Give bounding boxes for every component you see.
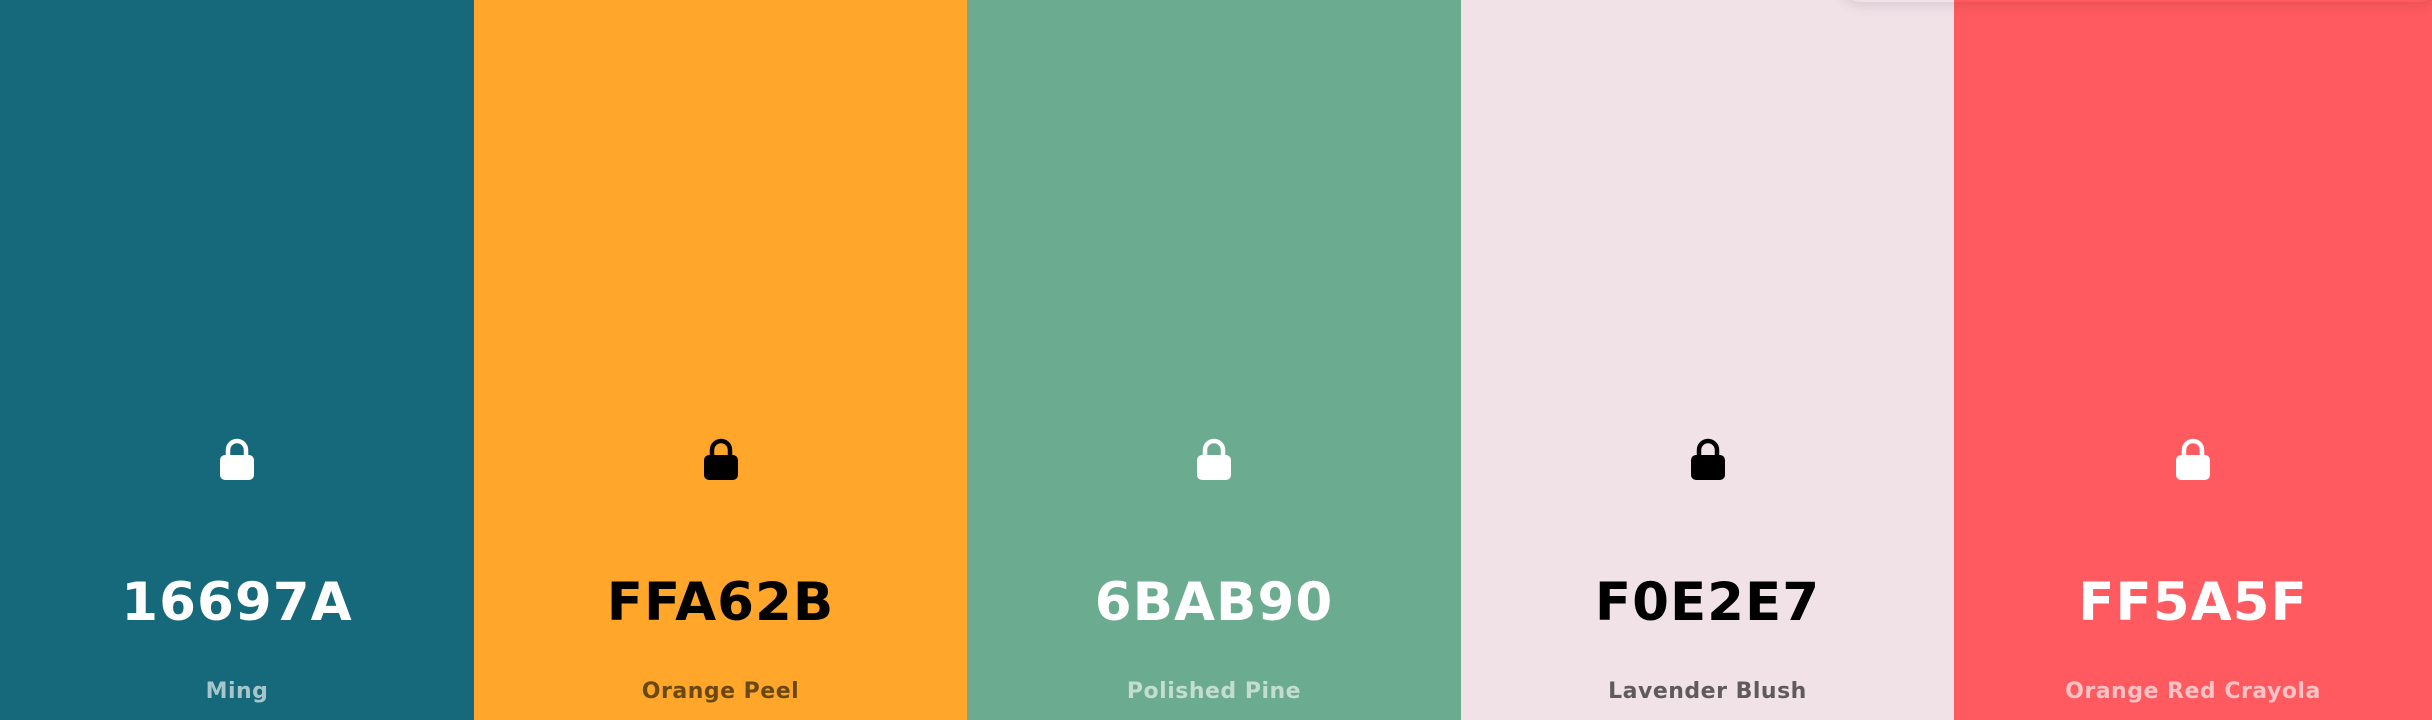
color-swatch-3[interactable]: 6BAB90 Polished Pine: [967, 0, 1461, 720]
color-swatch-4[interactable]: F0E2E7 Lavender Blush: [1461, 0, 1954, 720]
color-name: Lavender Blush: [1608, 679, 1807, 704]
color-swatch-2[interactable]: FFA62B Orange Peel: [474, 0, 967, 720]
hex-code[interactable]: 16697A: [0, 568, 474, 638]
lock-icon[interactable]: [218, 437, 256, 481]
hex-code[interactable]: F0E2E7: [1461, 568, 1954, 638]
color-name: Orange Peel: [641, 679, 800, 704]
lock-icon[interactable]: [2174, 437, 2212, 481]
color-name: Polished Pine: [1126, 679, 1302, 704]
hex-code[interactable]: FFA62B: [474, 568, 967, 638]
hex-code[interactable]: FF5A5F: [1954, 568, 2432, 638]
color-palette: 16697A Ming FFA62B Orange Peel 6BAB90 Po…: [0, 0, 2432, 720]
hex-code[interactable]: 6BAB90: [967, 568, 1461, 638]
color-name: Orange Red Crayola: [2065, 679, 2321, 704]
lock-icon[interactable]: [1689, 437, 1727, 481]
lock-icon[interactable]: [1195, 437, 1233, 481]
color-swatch-1[interactable]: 16697A Ming: [0, 0, 474, 720]
lock-icon[interactable]: [702, 437, 740, 481]
color-swatch-5[interactable]: FF5A5F Orange Red Crayola: [1954, 0, 2432, 720]
color-name: Ming: [205, 679, 269, 704]
